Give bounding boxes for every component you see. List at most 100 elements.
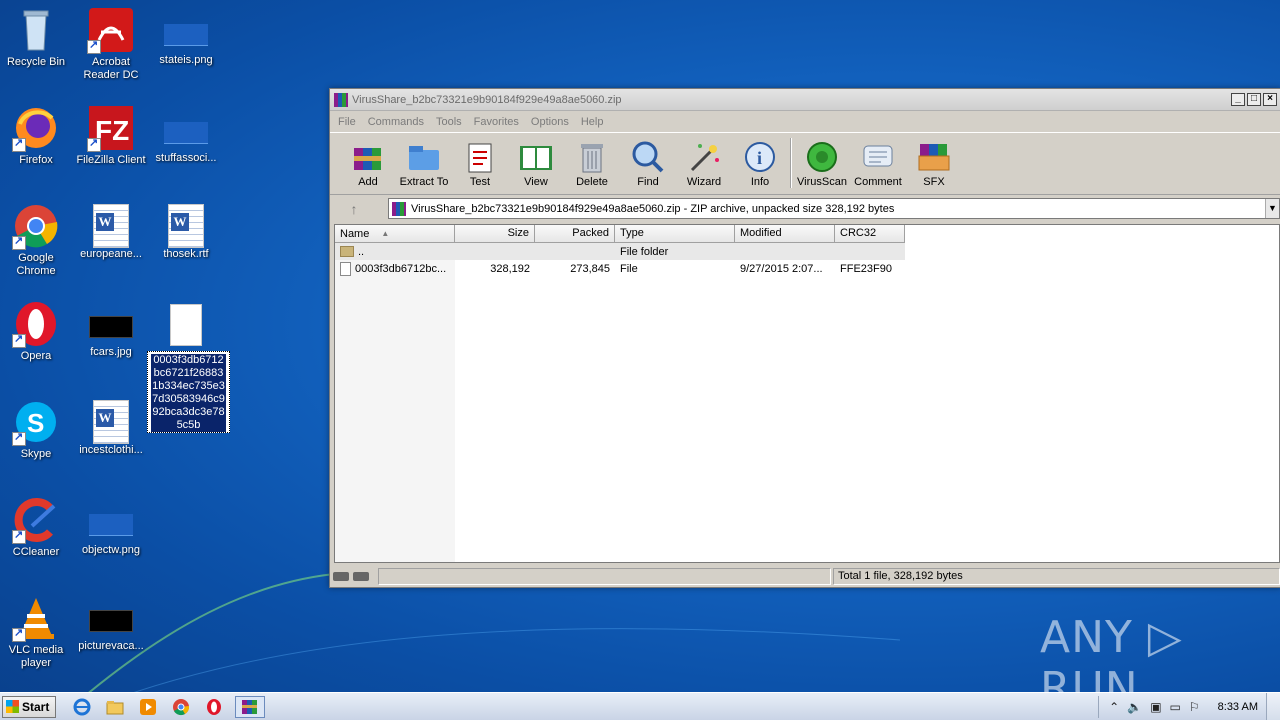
svg-text:i: i	[757, 148, 762, 168]
menu-favorites[interactable]: Favorites	[474, 116, 519, 128]
shortcut-arrow-icon	[12, 136, 26, 152]
start-button[interactable]: Start	[2, 695, 56, 718]
desktop-icon-incestclothi[interactable]: incestclothi...	[75, 398, 147, 457]
image-file-icon	[164, 122, 208, 144]
file-list[interactable]: Name ▲ Size Packed Type Modified CRC32 ..…	[334, 224, 1280, 563]
shortcut-arrow-icon	[12, 332, 26, 348]
taskbar: Start ⌃ 🔈 ▣ ▭ ⚐ 8:33 AM	[0, 692, 1280, 720]
show-desktop-button[interactable]	[1266, 693, 1280, 720]
word-doc-icon	[93, 204, 129, 248]
network-icon[interactable]: ▣	[1150, 700, 1161, 714]
column-modified[interactable]: Modified	[735, 225, 835, 243]
wizard-button[interactable]: Wizard	[676, 140, 732, 194]
vlc-icon	[12, 594, 60, 642]
volume-icon[interactable]: 🔈	[1127, 700, 1142, 714]
view-button[interactable]: View	[508, 140, 564, 194]
filezilla-icon: FZ	[87, 104, 135, 152]
taskbar-media-player-icon[interactable]	[136, 696, 160, 718]
menu-tools[interactable]: Tools	[436, 116, 462, 128]
computer-icon[interactable]: ▭	[1170, 700, 1181, 714]
firefox-icon	[12, 104, 60, 152]
address-text: VirusShare_b2bc73321e9b90184f929e49a8ae5…	[411, 202, 895, 215]
taskbar-explorer-icon[interactable]	[103, 696, 127, 718]
extract-to-button[interactable]: Extract To	[396, 140, 452, 194]
list-header: Name ▲ Size Packed Type Modified CRC32	[335, 225, 1279, 243]
desktop-icon-opera[interactable]: Opera	[0, 300, 72, 363]
taskbar-chrome-icon[interactable]	[169, 696, 193, 718]
column-type[interactable]: Type	[615, 225, 735, 243]
windows-logo-icon	[6, 700, 19, 713]
test-icon	[462, 140, 498, 174]
recycle-bin-icon	[12, 6, 60, 54]
test-button[interactable]: Test	[452, 140, 508, 194]
winrar-window[interactable]: VirusShare_b2bc73321e9b90184f929e49a8ae5…	[329, 88, 1280, 588]
drive-icon[interactable]	[333, 572, 349, 581]
virusscan-button[interactable]: VirusScan	[794, 140, 850, 194]
minimize-button[interactable]: _	[1231, 93, 1245, 106]
address-field[interactable]: VirusShare_b2bc73321e9b90184f929e49a8ae5…	[388, 198, 1280, 219]
desktop-icon-acrobat[interactable]: Acrobat Reader DC	[75, 6, 147, 82]
table-row[interactable]: 0003f3db6712bc... 328,192 273,845 File 9…	[335, 260, 1279, 277]
word-doc-icon	[168, 204, 204, 248]
desktop-icon-europeane[interactable]: europeane...	[75, 202, 147, 261]
column-name[interactable]: Name ▲	[335, 225, 455, 243]
taskbar-opera-icon[interactable]	[202, 696, 226, 718]
skype-icon: S	[12, 398, 60, 446]
chrome-icon	[12, 202, 60, 250]
comment-icon	[860, 140, 896, 174]
file-icon	[340, 261, 351, 276]
menu-file[interactable]: File	[338, 116, 356, 128]
delete-button[interactable]: Delete	[564, 140, 620, 194]
table-row[interactable]: .. File folder	[335, 243, 905, 260]
column-crc32[interactable]: CRC32	[835, 225, 905, 243]
column-size[interactable]: Size	[455, 225, 535, 243]
menu-options[interactable]: Options	[531, 116, 569, 128]
desktop-icon-thosek[interactable]: thosek.rtf	[150, 202, 222, 261]
status-icons	[333, 568, 378, 585]
clock[interactable]: 8:33 AM	[1218, 701, 1258, 713]
selected-file-label[interactable]: 0003f3db6712 bc6721f26883 1b334ec735e3 7…	[147, 351, 230, 433]
desktop-icon-recycle-bin[interactable]: Recycle Bin	[0, 6, 72, 69]
close-button[interactable]: ×	[1263, 93, 1277, 106]
address-bar: ↑ VirusShare_b2bc73321e9b90184f929e49a8a…	[330, 195, 1280, 222]
up-arrow-icon[interactable]: ↑	[336, 198, 372, 220]
desktop-icon-selected-file[interactable]	[150, 300, 222, 346]
add-button[interactable]: Add	[340, 140, 396, 194]
window-titlebar[interactable]: VirusShare_b2bc73321e9b90184f929e49a8ae5…	[330, 89, 1280, 111]
info-button[interactable]: i Info	[732, 140, 788, 194]
menu-commands[interactable]: Commands	[368, 116, 424, 128]
desktop-icon-vlc[interactable]: VLC media player	[0, 594, 72, 670]
word-doc-icon	[93, 400, 129, 444]
desktop-icon-fcars[interactable]: fcars.jpg	[75, 300, 147, 359]
shortcut-arrow-icon	[12, 430, 26, 446]
sort-arrow-icon: ▲	[381, 228, 390, 238]
find-button[interactable]: Find	[620, 140, 676, 194]
menu-help[interactable]: Help	[581, 116, 604, 128]
sfx-button[interactable]: SFX	[906, 140, 962, 194]
virusscan-icon	[804, 140, 840, 174]
desktop-icon-filezilla[interactable]: FZ FileZilla Client	[75, 104, 147, 167]
column-packed[interactable]: Packed	[535, 225, 615, 243]
image-file-icon	[89, 316, 133, 338]
blank-file-icon	[170, 304, 202, 346]
desktop-icon-picturevaca[interactable]: picturevaca...	[75, 594, 147, 653]
taskbar-winrar-icon[interactable]	[235, 695, 265, 718]
desktop-icon-ccleaner[interactable]: CCleaner	[0, 496, 72, 559]
desktop-icon-skype[interactable]: S Skype	[0, 398, 72, 461]
chevron-up-icon[interactable]: ⌃	[1109, 700, 1119, 714]
chevron-down-icon[interactable]: ▼	[1265, 199, 1279, 218]
desktop-icon-firefox[interactable]: Firefox	[0, 104, 72, 167]
desktop-icon-stateis[interactable]: stateis.png	[150, 6, 222, 67]
key-icon[interactable]	[353, 572, 369, 581]
desktop-icon-stuffassoci[interactable]: stuffassoci...	[150, 104, 222, 165]
maximize-button[interactable]: □	[1247, 93, 1261, 106]
action-center-flag-icon[interactable]: ⚐	[1189, 700, 1200, 714]
window-title: VirusShare_b2bc73321e9b90184f929e49a8ae5…	[352, 93, 622, 106]
opera-icon	[12, 300, 60, 348]
taskbar-ie-icon[interactable]	[70, 696, 94, 718]
desktop-icon-objectw[interactable]: objectw.png	[75, 496, 147, 557]
desktop-icon-chrome[interactable]: Google Chrome	[0, 202, 72, 278]
shortcut-arrow-icon	[87, 136, 101, 152]
comment-button[interactable]: Comment	[850, 140, 906, 194]
acrobat-icon	[87, 6, 135, 54]
